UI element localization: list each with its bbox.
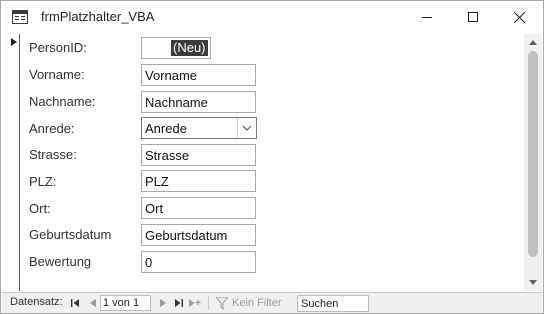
- geburtsdatum-label: Geburtsdatum: [29, 227, 112, 242]
- anrede-combobox[interactable]: Anrede: [141, 117, 257, 139]
- form-icon: [12, 10, 28, 24]
- close-icon: [513, 11, 525, 23]
- scroll-thumb[interactable]: [528, 51, 538, 257]
- ort-label: Ort:: [29, 201, 51, 216]
- geburtsdatum-field[interactable]: Geburtsdatum: [141, 224, 256, 246]
- scroll-down-button[interactable]: [524, 274, 542, 291]
- new-record-button[interactable]: [189, 296, 201, 310]
- anrede-dropdown-button[interactable]: [237, 118, 256, 138]
- vorname-label: Vorname:: [29, 67, 85, 82]
- chevron-down-icon: [242, 125, 252, 131]
- anrede-label: Anrede:: [29, 121, 75, 136]
- strasse-label: Strasse:: [29, 147, 77, 162]
- record-navigation-bar: Datensatz: 1 von 1 Kein Filter Suchen: [2, 292, 542, 313]
- first-record-button[interactable]: [69, 296, 81, 310]
- window-title: frmPlatzhalter_VBA: [41, 9, 155, 24]
- bewertung-field[interactable]: 0: [141, 251, 256, 273]
- nachname-field[interactable]: Nachname: [141, 91, 256, 113]
- record-position-field[interactable]: 1 von 1: [100, 295, 151, 311]
- new-record-icon: [189, 299, 201, 307]
- personid-value: (Neu): [171, 40, 208, 56]
- first-record-icon: [71, 299, 79, 307]
- previous-record-button[interactable]: [87, 296, 99, 310]
- last-record-button[interactable]: [173, 296, 185, 310]
- next-record-button[interactable]: [157, 296, 169, 310]
- funnel-icon: [216, 297, 228, 310]
- record-label: Datensatz:: [10, 296, 63, 308]
- bewertung-label: Bewertung: [29, 254, 92, 269]
- nav-separator: [208, 296, 209, 310]
- nachname-label: Nachname:: [29, 94, 96, 109]
- vertical-scrollbar[interactable]: [524, 34, 542, 291]
- ort-field[interactable]: Ort: [141, 197, 256, 219]
- previous-record-icon: [90, 299, 96, 307]
- vorname-field[interactable]: Vorname: [141, 64, 256, 86]
- title-bar[interactable]: frmPlatzhalter_VBA: [1, 1, 543, 33]
- chevron-down-icon: [529, 280, 537, 285]
- current-record-icon: [11, 38, 17, 46]
- next-record-icon: [160, 299, 166, 307]
- plz-label: PLZ:: [29, 174, 57, 189]
- scroll-up-button[interactable]: [524, 34, 542, 51]
- personid-field[interactable]: (Neu): [141, 37, 211, 59]
- close-button[interactable]: [496, 1, 542, 33]
- plz-field[interactable]: PLZ: [141, 170, 256, 192]
- maximize-button[interactable]: [450, 1, 496, 33]
- personid-label: PersonID:: [29, 40, 87, 55]
- filter-label: Kein Filter: [232, 297, 282, 309]
- form-window: frmPlatzhalter_VBA PersonID: (Neu) Vorna…: [0, 0, 544, 314]
- chevron-up-icon: [529, 40, 537, 45]
- strasse-field[interactable]: Strasse: [141, 144, 256, 166]
- last-record-icon: [175, 299, 183, 307]
- minimize-icon: [422, 16, 432, 18]
- search-input[interactable]: Suchen: [297, 295, 369, 312]
- filter-button[interactable]: Kein Filter: [214, 295, 292, 312]
- record-selector[interactable]: [2, 34, 20, 291]
- maximize-icon: [468, 12, 478, 22]
- minimize-button[interactable]: [404, 1, 450, 33]
- anrede-value: Anrede: [145, 121, 187, 136]
